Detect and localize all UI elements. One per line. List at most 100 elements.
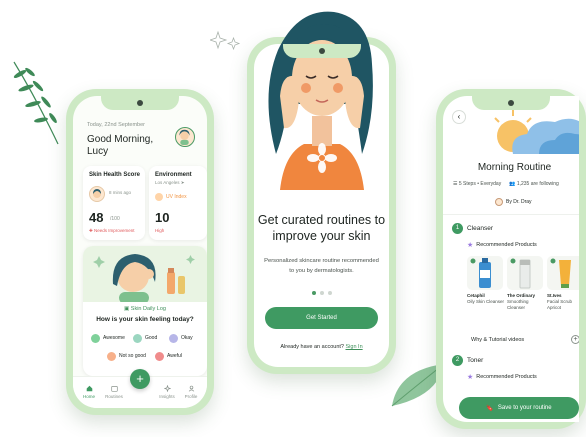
step-number: 1: [452, 223, 463, 234]
skin-score-title: Skin Health Score: [89, 172, 141, 178]
journal-icon: ▣: [124, 306, 131, 312]
cetaphil-bottle-icon: [470, 258, 491, 288]
product-brand: Cetaphil: [467, 293, 485, 298]
location-text: Los Angeles: [155, 180, 180, 185]
bookmark-icon: 🔖: [486, 406, 494, 412]
environment-location: Los Angeles ➤: [155, 180, 185, 186]
save-to-routine-button[interactable]: 🔖 Save to your routine: [459, 397, 579, 419]
skin-score-value: 48: [89, 210, 104, 225]
product-card-the-ordinary[interactable]: [507, 256, 543, 290]
product-name: St.Ives Facial Scrub Apricot: [547, 293, 579, 311]
mood-label: Aweful: [167, 353, 182, 359]
get-started-button[interactable]: Get Started: [265, 307, 378, 329]
environment-card[interactable]: Environment Los Angeles ➤ UV Index 10 Hi…: [149, 166, 207, 240]
recommended-text: Recommended Products: [476, 374, 537, 380]
phone-notch: [282, 44, 361, 58]
daily-log-illustration: [83, 246, 207, 304]
user-name: Lucy: [87, 146, 109, 157]
smile-face-icon: [133, 333, 142, 343]
home-screen-phone: Today, 22nd September Good Morning, Lucy…: [66, 89, 214, 415]
neutral-face-icon: [169, 333, 178, 343]
onboarding-subtext: Personalized skincare routine recommende…: [264, 258, 379, 274]
mood-option-okay[interactable]: Okay: [169, 332, 193, 344]
location-arrow-icon: ➤: [180, 180, 185, 185]
mood-option-good[interactable]: Good: [133, 332, 157, 344]
back-button[interactable]: ‹: [452, 110, 466, 124]
uv-level: High: [155, 228, 165, 233]
people-icon: 👥: [509, 181, 517, 187]
page-dot[interactable]: [328, 291, 332, 295]
uv-index-value: 10: [155, 210, 170, 225]
sign-in-link[interactable]: Sign In: [346, 344, 363, 350]
doctor-avatar: [495, 198, 503, 206]
daily-log-label: ▣ Skin Daily Log: [83, 306, 207, 312]
happy-face-icon: [91, 333, 100, 343]
the-ordinary-bottle-icon: [510, 258, 531, 289]
mood-label: Okay: [181, 335, 193, 341]
product-card-cetaphil[interactable]: [467, 256, 503, 290]
following-text: 1,235 are following: [516, 181, 559, 187]
expand-plus-icon[interactable]: +: [571, 335, 579, 344]
sad-face-icon: [107, 351, 116, 361]
greeting-text: Good Morning,: [87, 134, 154, 145]
steps-text: 5 Steps • Everyday: [458, 181, 502, 187]
star-icon: ★: [467, 374, 474, 381]
nav-label: Routines: [105, 394, 123, 399]
routine-author[interactable]: By Dr. Dray: [495, 198, 532, 206]
step-name-toner: Toner: [467, 357, 484, 364]
onboarding-content: Get curated routines to improve your ski…: [254, 44, 389, 367]
phone-notch: [472, 96, 550, 110]
nav-routines[interactable]: Routines: [102, 385, 126, 399]
sun-icon: [155, 193, 163, 201]
product-name: The Ordinary Smoothing Cleanser: [507, 293, 547, 311]
page-dot[interactable]: [320, 291, 324, 295]
mood-label: Good: [145, 335, 158, 341]
page-dot-active[interactable]: [312, 291, 316, 295]
skin-score-status-text: Needs Improvement: [94, 228, 135, 233]
nav-insights[interactable]: Insights: [155, 385, 179, 399]
product-desc: Smoothing Cleanser: [507, 299, 529, 310]
mood-option-not-so-good[interactable]: Not so good: [107, 350, 146, 362]
save-label: Save to your routine: [497, 405, 552, 411]
product-brand: The Ordinary: [507, 293, 536, 298]
product-card-st-ives[interactable]: [547, 256, 579, 290]
skin-health-score-card[interactable]: Skin Health Score 8 mins ago 48 /100 ✚ N…: [83, 166, 145, 240]
st-ives-tube-icon: [550, 258, 571, 288]
calendar-icon: [110, 386, 118, 392]
nav-label: Home: [82, 394, 95, 399]
face-scan-thumbnail: [89, 186, 105, 202]
angry-face-icon: [155, 351, 164, 361]
skin-score-status: ✚ Needs Improvement: [89, 228, 135, 234]
sparkle-icon: [163, 385, 171, 392]
person-icon: [188, 385, 194, 392]
skin-daily-log-card: ▣ Skin Daily Log How is your skin feelin…: [83, 246, 207, 376]
sign-in-prompt: Already have an account? Sign In: [254, 344, 389, 350]
routine-title: Morning Routine: [477, 162, 552, 173]
mood-option-aweful[interactable]: Aweful: [155, 350, 182, 362]
nav-profile[interactable]: Profile: [179, 385, 203, 399]
mood-label: Awesome: [103, 335, 125, 341]
daily-log-question: How is your skin feeling today?: [96, 316, 194, 323]
nav-label: Profile: [184, 394, 198, 399]
routine-screen-phone: ‹ Morning Routine ☰ 5 Steps • Everyday 👥…: [436, 89, 586, 429]
phone-notch: [101, 96, 179, 110]
product-name: Cetaphil Oily Skin Cleanser: [467, 293, 507, 305]
user-avatar[interactable]: [175, 127, 195, 147]
environment-title: Environment: [155, 172, 192, 178]
recommended-text: Recommended Products: [476, 242, 537, 248]
mood-label: Not so good: [119, 353, 146, 359]
home-screen: Today, 22nd September Good Morning, Lucy…: [73, 96, 207, 408]
routine-screen: ‹ Morning Routine ☰ 5 Steps • Everyday 👥…: [443, 96, 579, 422]
skin-score-time-ago: 8 mins ago: [109, 190, 132, 195]
product-desc: Oily Skin Cleanser: [467, 299, 505, 304]
account-prompt-text: Already have an account?: [280, 344, 344, 350]
followers-info: 👥 1,235 are following: [509, 181, 559, 187]
why-tutorial-videos[interactable]: Why & Tutorial videos: [471, 337, 524, 343]
steps-info: ☰ 5 Steps • Everyday: [453, 181, 501, 187]
mood-option-awesome[interactable]: Awesome: [91, 332, 125, 344]
bottom-navigation: Home Routines + Insights Profile: [73, 369, 207, 408]
nav-home[interactable]: Home: [77, 385, 101, 399]
add-button[interactable]: +: [130, 369, 150, 389]
nav-label: Insights: [159, 394, 175, 399]
current-date: Today, 22nd September: [87, 122, 145, 128]
